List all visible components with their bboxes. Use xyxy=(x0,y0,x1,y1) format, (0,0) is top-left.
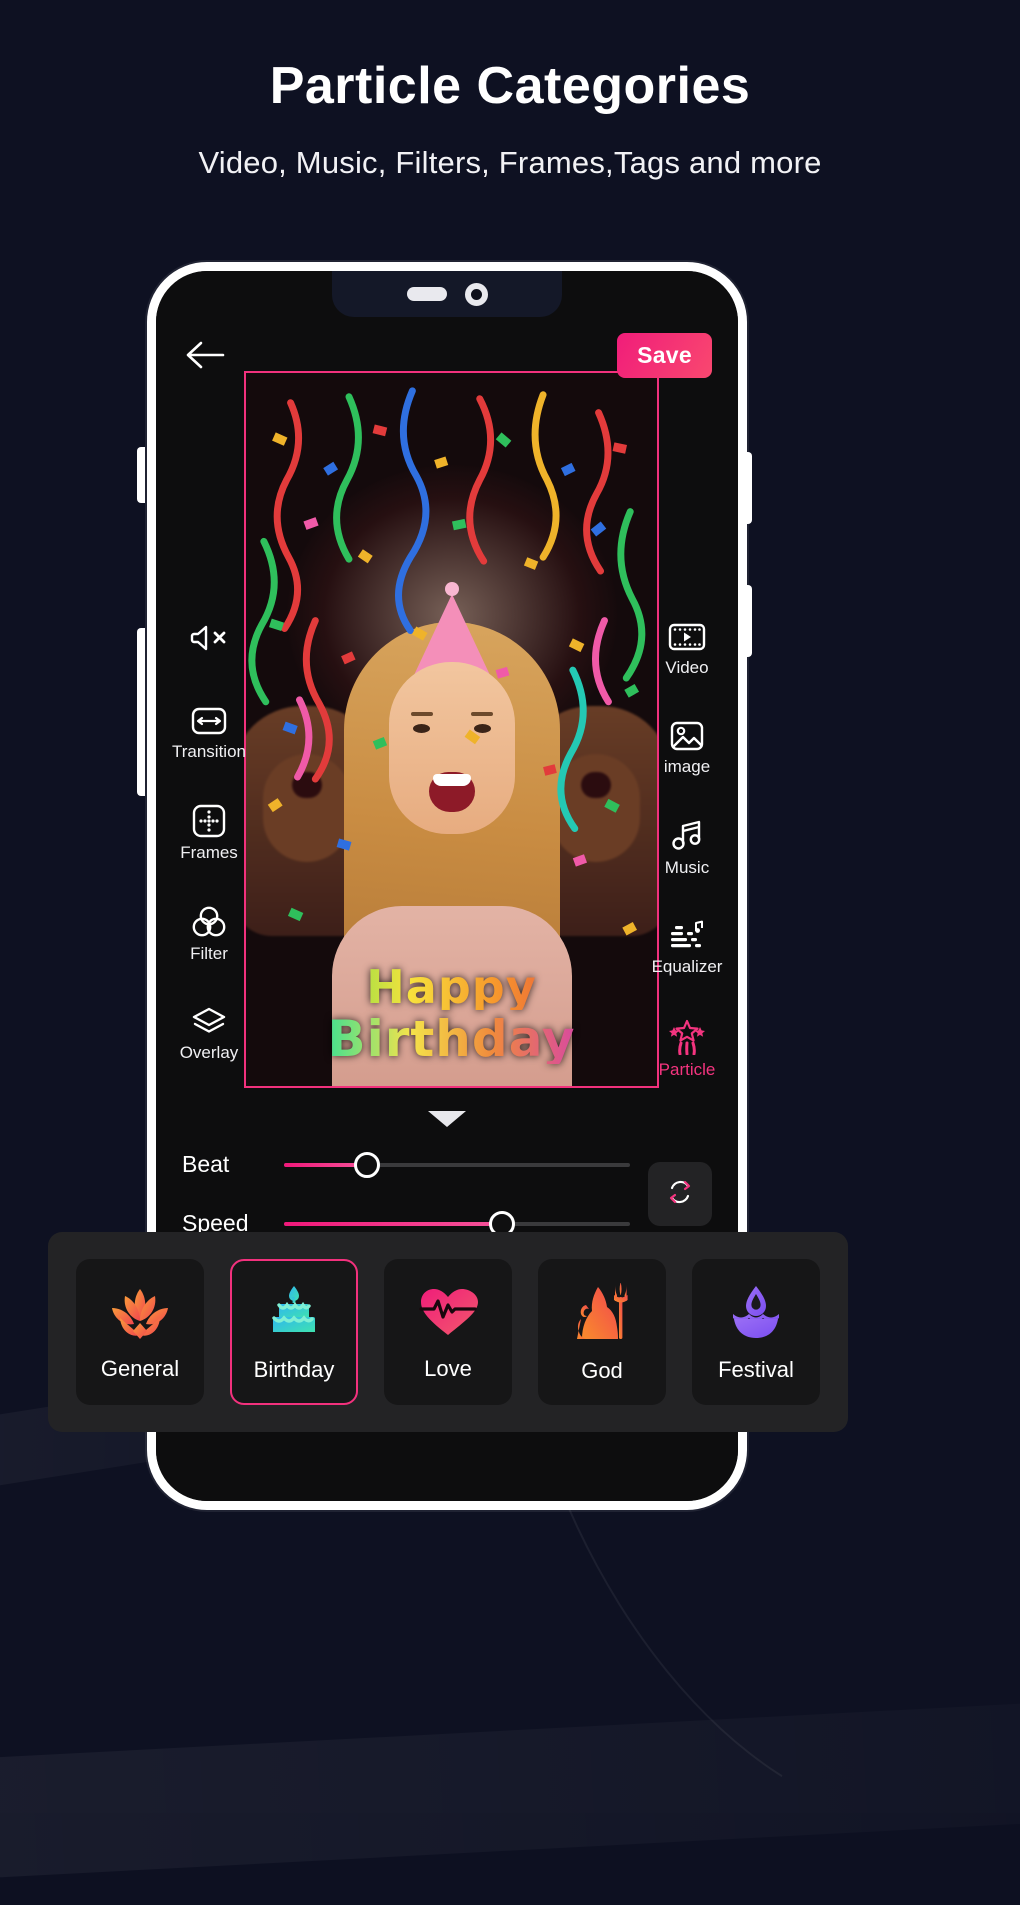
phone-volume-down-button[interactable] xyxy=(137,628,145,796)
speaker-pill-icon xyxy=(406,287,447,301)
tool-label: Transition xyxy=(171,742,246,761)
category-label: Birthday xyxy=(253,1356,335,1382)
particle-icon xyxy=(667,1019,707,1055)
background-decoration-streak-bottom xyxy=(0,1699,1020,1881)
tool-label: Video xyxy=(665,658,709,677)
video-preview-canvas[interactable]: Happy Birthday xyxy=(244,371,659,1088)
heading-block: Particle Categories Video, Music, Filter… xyxy=(0,57,1020,181)
overlay-text-line2: Birthday xyxy=(246,1014,657,1064)
slider-controls: Beat Speed xyxy=(156,1151,738,1237)
beat-slider-knob[interactable] xyxy=(354,1151,381,1178)
category-label: Love xyxy=(424,1355,472,1381)
particle-category-sheet: General Birthday Love God Festival xyxy=(48,1232,848,1432)
reset-button[interactable] xyxy=(648,1162,712,1226)
heartbeat-icon xyxy=(418,1285,478,1344)
category-card-festival[interactable]: Festival xyxy=(692,1259,820,1405)
transition-icon xyxy=(191,705,227,737)
slider-label: Beat xyxy=(182,1151,230,1177)
tool-image[interactable]: image xyxy=(664,720,710,775)
shiva-icon xyxy=(573,1282,631,1346)
phone-notch xyxy=(332,271,562,317)
diya-icon xyxy=(727,1284,785,1345)
refresh-icon xyxy=(665,1177,695,1212)
category-label: Festival xyxy=(718,1356,794,1382)
slider-row-beat[interactable]: Beat xyxy=(182,1151,630,1178)
beat-slider-track[interactable] xyxy=(284,1151,630,1178)
chevron-down-icon[interactable] xyxy=(428,1111,466,1127)
equalizer-icon xyxy=(669,920,705,952)
back-arrow-icon[interactable] xyxy=(182,337,226,373)
tool-frames[interactable]: Frames xyxy=(180,804,238,861)
mute-icon xyxy=(190,621,228,655)
tool-label: Equalizer xyxy=(651,957,723,976)
tool-label: Music xyxy=(664,858,710,877)
tool-label: image xyxy=(663,757,711,776)
tool-label: Overlay xyxy=(179,1043,239,1062)
tool-overlay[interactable]: Overlay xyxy=(179,1006,239,1062)
cake-icon xyxy=(266,1284,322,1345)
birthday-text-overlay[interactable]: Happy Birthday xyxy=(246,964,657,1064)
tool-label: Frames xyxy=(180,843,238,862)
lotus-icon xyxy=(109,1285,171,1344)
category-card-birthday[interactable]: Birthday xyxy=(230,1259,358,1405)
save-button[interactable]: Save xyxy=(617,332,712,378)
overlay-icon xyxy=(190,1006,228,1038)
category-card-general[interactable]: General xyxy=(76,1259,204,1405)
tool-particle[interactable]: Particle xyxy=(658,1019,716,1079)
frames-icon xyxy=(192,804,226,838)
app-header: Save xyxy=(156,319,738,391)
tool-transition[interactable]: Transition xyxy=(172,705,246,760)
category-card-love[interactable]: Love xyxy=(384,1259,512,1405)
front-camera-icon xyxy=(464,282,488,306)
page-subtitle: Video, Music, Filters, Frames,Tags and m… xyxy=(198,145,822,181)
tool-music[interactable]: Music xyxy=(665,819,709,876)
page-title: Particle Categories xyxy=(269,57,751,115)
phone-assistant-button[interactable] xyxy=(744,585,752,657)
tool-equalizer[interactable]: Equalizer xyxy=(651,920,723,976)
speed-slider-track[interactable] xyxy=(284,1210,630,1237)
tool-video[interactable]: Video xyxy=(665,621,709,677)
tool-mute[interactable] xyxy=(190,621,228,661)
category-label: General xyxy=(100,1355,180,1381)
category-label: God xyxy=(581,1357,623,1383)
phone-volume-up-button[interactable] xyxy=(137,447,145,503)
speed-slider-fill xyxy=(284,1221,502,1226)
tool-label: Filter xyxy=(190,944,228,963)
right-toolbar: Video image Music Equalizer Particle xyxy=(644,621,730,1078)
phone-power-button[interactable] xyxy=(744,452,752,524)
image-icon xyxy=(670,720,704,752)
video-icon xyxy=(668,621,706,653)
filter-icon xyxy=(191,905,227,939)
left-toolbar: Transition Frames Filter Overlay xyxy=(166,621,252,1061)
category-card-god[interactable]: God xyxy=(538,1259,666,1405)
overlay-text-line1: Happy xyxy=(246,964,657,1010)
music-icon xyxy=(670,819,704,853)
tool-label: Particle xyxy=(658,1060,716,1079)
tool-filter[interactable]: Filter xyxy=(190,905,228,962)
